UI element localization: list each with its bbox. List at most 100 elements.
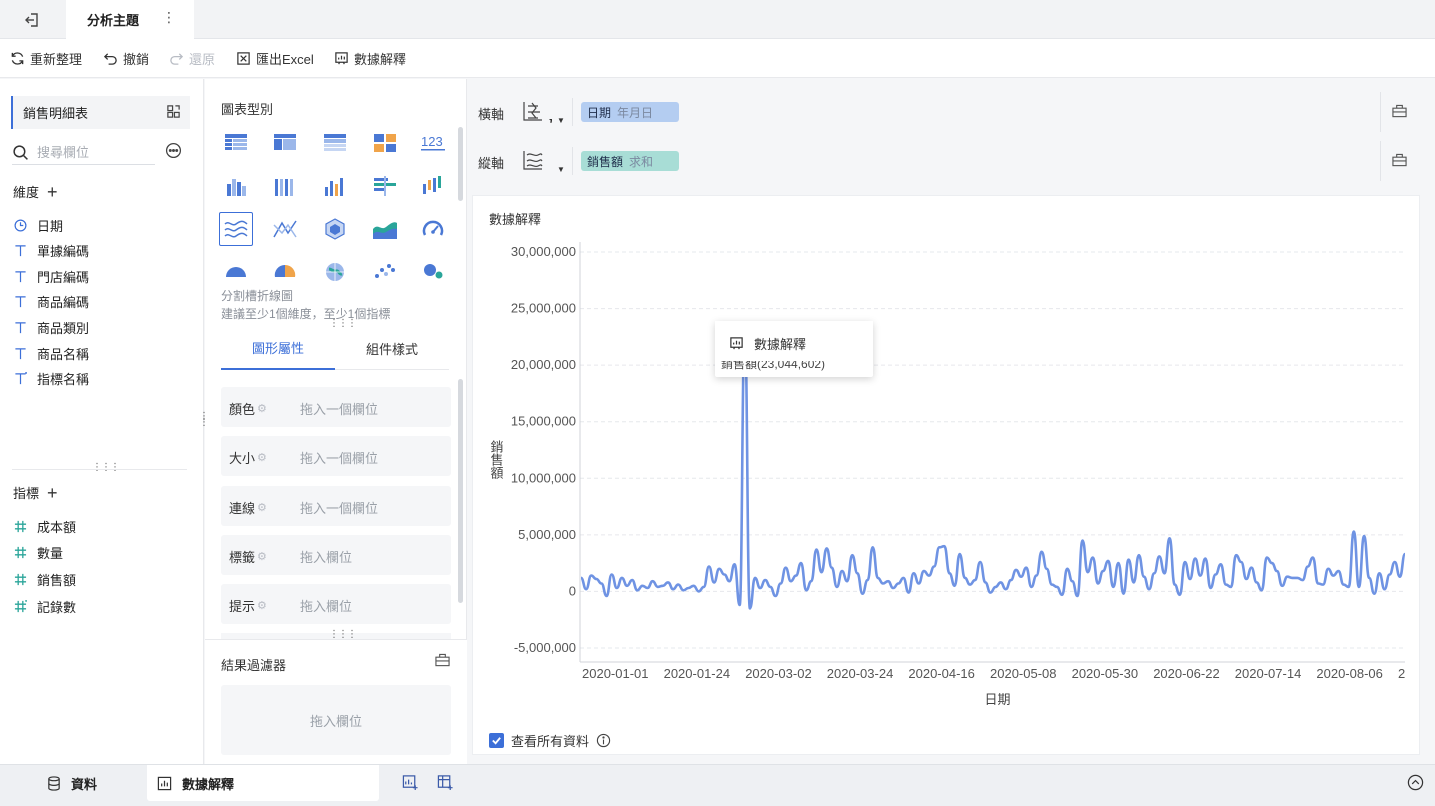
x-field-agg: 年月日 <box>617 105 654 120</box>
dimension-field[interactable]: 商品類別 <box>13 317 89 337</box>
refresh-icon <box>11 52 24 65</box>
data-explain-menu-item[interactable]: 數據解釋 <box>729 334 806 353</box>
exit-button[interactable] <box>0 0 64 39</box>
dimension-field[interactable]: 商品編碼 <box>13 292 89 312</box>
x-axis-dropdown-caret-icon[interactable]: ▼ <box>557 116 565 125</box>
line-chart[interactable]: 30,000,000 25,000,000 20,000,000 15,000,000… <box>473 196 1419 716</box>
dimension-field[interactable]: 指標名稱 <box>13 369 89 389</box>
exit-icon <box>25 12 38 27</box>
add-metric-icon[interactable]: + <box>47 484 58 502</box>
x-tick-label: 2020-06-22 <box>1153 666 1220 681</box>
attribute-placeholder: 拖入欄位 <box>300 549 353 565</box>
tab-graphic-attributes[interactable]: 圖形屬性 <box>221 327 335 370</box>
chart-type-stacked-bar[interactable] <box>268 169 302 203</box>
graphic-attribute-dropzone[interactable]: 連線 ⚙ 拖入一個欄位 <box>221 485 451 526</box>
chart-type-group-table[interactable] <box>268 126 302 160</box>
x-axis-filter-icon[interactable] <box>1392 104 1407 118</box>
x-axis-settings-icon[interactable] <box>522 100 552 124</box>
dimensions-title: 維度 <box>13 185 40 200</box>
add-dimension-icon[interactable]: + <box>47 183 58 201</box>
y-tick-label: 15,000,000 <box>511 414 576 429</box>
chart-type-radar[interactable] <box>318 212 352 246</box>
svg-text:123: 123 <box>421 134 443 149</box>
series-line[interactable] <box>580 329 1407 610</box>
x-axis-field-pill[interactable]: 日期 年月日 <box>581 102 679 122</box>
text-type-icon <box>13 295 27 309</box>
dimension-field[interactable]: 單據編碼 <box>13 241 89 261</box>
checkbox-checked-icon[interactable] <box>489 733 504 748</box>
chart-type-dashboard[interactable] <box>368 126 402 160</box>
tab-data-explain[interactable]: 數據解釋 <box>147 765 379 801</box>
dimension-label: 商品名稱 <box>37 346 90 362</box>
search-icon <box>13 145 28 160</box>
chart-type-detail-table[interactable] <box>219 126 253 160</box>
y-axis-dropdown-caret-icon[interactable]: ▼ <box>557 165 565 174</box>
data-explain-button[interactable]: 數據解釋 <box>334 39 406 78</box>
chart-type-waterfall[interactable] <box>416 169 450 203</box>
partitioned-line-icon <box>224 220 248 238</box>
cross-table-icon <box>324 134 346 151</box>
gear-icon[interactable]: ⚙ <box>257 550 267 563</box>
chart-type-pie[interactable] <box>268 254 302 288</box>
y-axis-row: 縱軸 ▼ 銷售額 求和 <box>472 141 1420 181</box>
view-all-data-checkbox[interactable]: 查看所有資料 <box>489 731 611 750</box>
gear-icon[interactable]: ⚙ <box>257 501 267 514</box>
gear-icon[interactable]: ⚙ <box>257 402 267 415</box>
collapse-up-icon[interactable] <box>1407 774 1424 791</box>
tab-component-style[interactable]: 組件樣式 <box>335 327 449 370</box>
resize-handle-icon[interactable]: ⋮⋮⋮ <box>329 630 357 640</box>
dimension-field[interactable]: 商品名稱 <box>13 343 89 363</box>
add-component-icon[interactable] <box>402 774 419 791</box>
chart-type-semicircle[interactable] <box>219 254 253 288</box>
more-vertical-icon[interactable]: ⋮ <box>160 9 178 27</box>
gear-icon[interactable]: ⚙ <box>257 451 267 464</box>
y-axis-filter-icon[interactable] <box>1392 153 1407 167</box>
chart-type-bar[interactable] <box>318 169 352 203</box>
attributes-scrollbar[interactable] <box>458 379 463 603</box>
dimension-field[interactable]: 日期 <box>13 215 63 235</box>
add-dashboard-icon[interactable] <box>437 774 454 791</box>
refresh-button[interactable]: 重新整理 <box>10 39 82 78</box>
y-axis-field-pill[interactable]: 銷售額 求和 <box>581 151 679 171</box>
data-explain-icon <box>730 337 743 350</box>
metric-field[interactable]: 數量 <box>13 543 63 563</box>
graphic-attribute-dropzone[interactable]: 顏色 ⚙ 拖入一個欄位 <box>221 387 451 427</box>
result-filter-dropzone[interactable]: 拖入欄位 <box>221 685 451 755</box>
graphic-attribute-dropzone[interactable]: 標籤 ⚙ 拖入欄位 <box>221 534 451 575</box>
undo-button[interactable]: 撤銷 <box>103 39 149 78</box>
gear-icon[interactable]: ⚙ <box>257 599 267 612</box>
divider <box>12 469 187 470</box>
dataset-selector[interactable]: 銷售明細表 <box>11 96 190 129</box>
x-axis-row: 橫軸 ▼ 日期 年月日 <box>472 92 1420 132</box>
chart-type-bubble[interactable] <box>416 254 450 288</box>
info-icon[interactable] <box>596 733 611 748</box>
tab-data[interactable]: 資料 <box>47 765 97 801</box>
graphic-attribute-dropzone[interactable]: 提示 ⚙ 拖入欄位 <box>221 584 451 625</box>
chart-type-grouped-bar[interactable] <box>219 169 253 203</box>
more-options-icon[interactable] <box>165 142 182 159</box>
chart-config-panel: 圖表型別 123 分割槽折線圖 建議至少1個維度，至少1個指標 ⋮⋮⋮ 圖形屬性… <box>205 79 467 764</box>
export-excel-button[interactable]: 匯出Excel <box>236 39 314 78</box>
chart-type-scatter[interactable] <box>368 254 402 288</box>
resize-handle-icon[interactable]: ⋮⋮⋮ <box>92 463 120 473</box>
metric-field[interactable]: 銷售額 <box>13 570 76 590</box>
search-input[interactable] <box>37 145 147 160</box>
chart-type-cross-table[interactable] <box>318 126 352 160</box>
x-tick-label: 2020-03-24 <box>827 666 894 681</box>
redo-button[interactable]: 還原 <box>169 39 215 78</box>
chart-type-horizontal-bar[interactable] <box>368 169 402 203</box>
chart-type-gauge[interactable] <box>416 212 450 246</box>
metric-field[interactable]: 成本額 <box>13 516 76 536</box>
chart-type-area[interactable] <box>368 212 402 246</box>
chart-type-radar-line[interactable] <box>268 212 302 246</box>
filter-settings-icon[interactable] <box>435 653 450 667</box>
chart-type-kpi-number[interactable]: 123 <box>416 126 450 160</box>
chart-type-scrollbar[interactable] <box>458 127 463 201</box>
chart-type-map[interactable] <box>318 254 352 288</box>
chart-type-partitioned-line[interactable] <box>219 212 253 246</box>
switch-dataset-icon[interactable] <box>166 104 181 119</box>
graphic-attribute-dropzone[interactable]: 大小 ⚙ 拖入一個欄位 <box>221 436 451 477</box>
dimension-field[interactable]: 門店編碼 <box>13 266 89 286</box>
y-axis-settings-icon[interactable] <box>522 149 552 173</box>
metric-field[interactable]: 記錄數 <box>13 596 76 616</box>
